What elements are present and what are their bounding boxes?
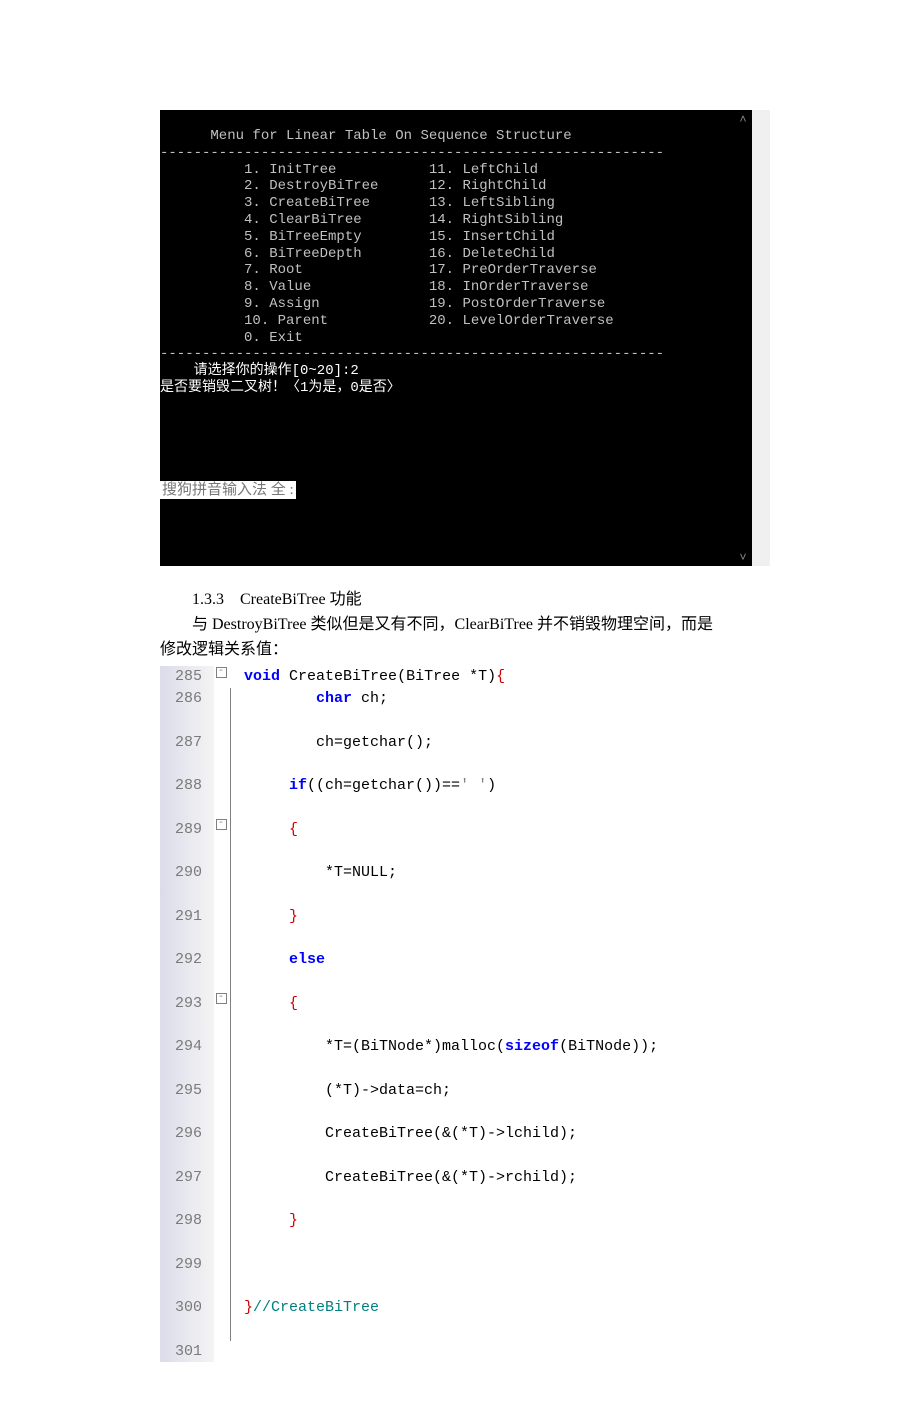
line-number: 298 [160, 1210, 214, 1254]
indent-guide [228, 1080, 244, 1124]
line-number: 287 [160, 732, 214, 776]
code-line: 288 if((ch=getchar())==' ') [160, 775, 750, 819]
code-text: } [244, 906, 750, 950]
indent-guide [228, 949, 244, 993]
line-number: 296 [160, 1123, 214, 1167]
code-text: *T=NULL; [244, 862, 750, 906]
fold-gutter [214, 775, 228, 819]
fold-minus-icon[interactable]: - [216, 993, 227, 1004]
indent-guide [228, 993, 244, 1037]
code-text: { [244, 819, 750, 863]
line-number: 290 [160, 862, 214, 906]
indent-guide [228, 666, 244, 688]
code-line: 295 (*T)->data=ch; [160, 1080, 750, 1124]
code-text: char ch; [244, 688, 750, 732]
code-line: 297 CreateBiTree(&(*T)->rchild); [160, 1167, 750, 1211]
indent-guide [228, 1297, 244, 1341]
line-number: 291 [160, 906, 214, 950]
fold-gutter [214, 1210, 228, 1254]
fold-minus-icon[interactable]: - [216, 667, 227, 678]
code-text: void CreateBiTree(BiTree *T){ [244, 666, 750, 688]
fold-gutter [214, 1341, 228, 1363]
code-line: 300 }//CreateBiTree [160, 1297, 750, 1341]
fold-gutter [214, 1080, 228, 1124]
fold-gutter: - [214, 819, 228, 863]
code-line: 285- void CreateBiTree(BiTree *T){ [160, 666, 750, 688]
ime-status-bar: 搜狗拼音输入法 全 : [160, 481, 296, 499]
fold-gutter [214, 949, 228, 993]
indent-guide [228, 1167, 244, 1211]
line-number: 292 [160, 949, 214, 993]
code-text: ch=getchar(); [244, 732, 750, 776]
code-line: 296 CreateBiTree(&(*T)->lchild); [160, 1123, 750, 1167]
indent-guide [228, 906, 244, 950]
line-number: 300 [160, 1297, 214, 1341]
line-number: 297 [160, 1167, 214, 1211]
fold-gutter [214, 732, 228, 776]
console-output: Menu for Linear Table On Sequence Struct… [160, 110, 752, 566]
fold-minus-icon[interactable]: - [216, 819, 227, 830]
code-line: 286 char ch; [160, 688, 750, 732]
indent-guide [228, 1036, 244, 1080]
line-number: 289 [160, 819, 214, 863]
line-number: 301 [160, 1341, 214, 1363]
code-line: 298 } [160, 1210, 750, 1254]
code-line: 290 *T=NULL; [160, 862, 750, 906]
code-line: 287 ch=getchar(); [160, 732, 750, 776]
line-number: 285 [160, 666, 214, 688]
code-text: if((ch=getchar())==' ') [244, 775, 750, 819]
code-text: CreateBiTree(&(*T)->lchild); [244, 1123, 750, 1167]
indent-guide [228, 1210, 244, 1254]
line-number: 293 [160, 993, 214, 1037]
code-line: 292 else [160, 949, 750, 993]
code-text: (*T)->data=ch; [244, 1080, 750, 1124]
code-line: 301 [160, 1341, 750, 1363]
fold-gutter: - [214, 666, 228, 688]
indent-guide [228, 862, 244, 906]
indent-guide [228, 1123, 244, 1167]
code-line: 289- { [160, 819, 750, 863]
code-text: { [244, 993, 750, 1037]
code-text: *T=(BiTNode*)malloc(sizeof(BiTNode)); [244, 1036, 750, 1080]
fold-gutter [214, 862, 228, 906]
indent-guide [228, 1341, 244, 1363]
document-body: 1.3.3 CreateBiTree 功能 与 DestroyBiTree 类似… [160, 588, 770, 662]
paragraph-line: 修改逻辑关系值： [160, 641, 288, 658]
code-text [244, 1254, 750, 1298]
section-heading: 1.3.3 CreateBiTree 功能 [160, 588, 770, 613]
indent-guide [228, 688, 244, 732]
line-number: 288 [160, 775, 214, 819]
scrollbar-down-icon[interactable]: ˅ [737, 550, 749, 564]
indent-guide [228, 1254, 244, 1298]
code-line: 294 *T=(BiTNode*)malloc(sizeof(BiTNode))… [160, 1036, 750, 1080]
paragraph-line: 与 DestroyBiTree 类似但是又有不同，ClearBiTree 并不销… [160, 613, 770, 638]
code-line: 291 } [160, 906, 750, 950]
code-text: }//CreateBiTree [244, 1297, 750, 1341]
indent-guide [228, 775, 244, 819]
fold-gutter [214, 1167, 228, 1211]
fold-gutter [214, 688, 228, 732]
console-window: ˄ ˅ Menu for Linear Table On Sequence St… [160, 110, 770, 566]
fold-gutter [214, 1297, 228, 1341]
code-editor: 285-void CreateBiTree(BiTree *T){286 cha… [160, 666, 750, 1362]
fold-gutter [214, 1254, 228, 1298]
code-text: } [244, 1210, 750, 1254]
code-line: 299 [160, 1254, 750, 1298]
fold-gutter: - [214, 993, 228, 1037]
code-text [244, 1341, 750, 1363]
code-text: else [244, 949, 750, 993]
code-line: 293- { [160, 993, 750, 1037]
line-number: 286 [160, 688, 214, 732]
fold-gutter [214, 1036, 228, 1080]
fold-gutter [214, 906, 228, 950]
line-number: 295 [160, 1080, 214, 1124]
indent-guide [228, 819, 244, 863]
line-number: 299 [160, 1254, 214, 1298]
indent-guide [228, 732, 244, 776]
fold-gutter [214, 1123, 228, 1167]
scrollbar-up-icon[interactable]: ˄ [737, 112, 749, 126]
line-number: 294 [160, 1036, 214, 1080]
code-text: CreateBiTree(&(*T)->rchild); [244, 1167, 750, 1211]
